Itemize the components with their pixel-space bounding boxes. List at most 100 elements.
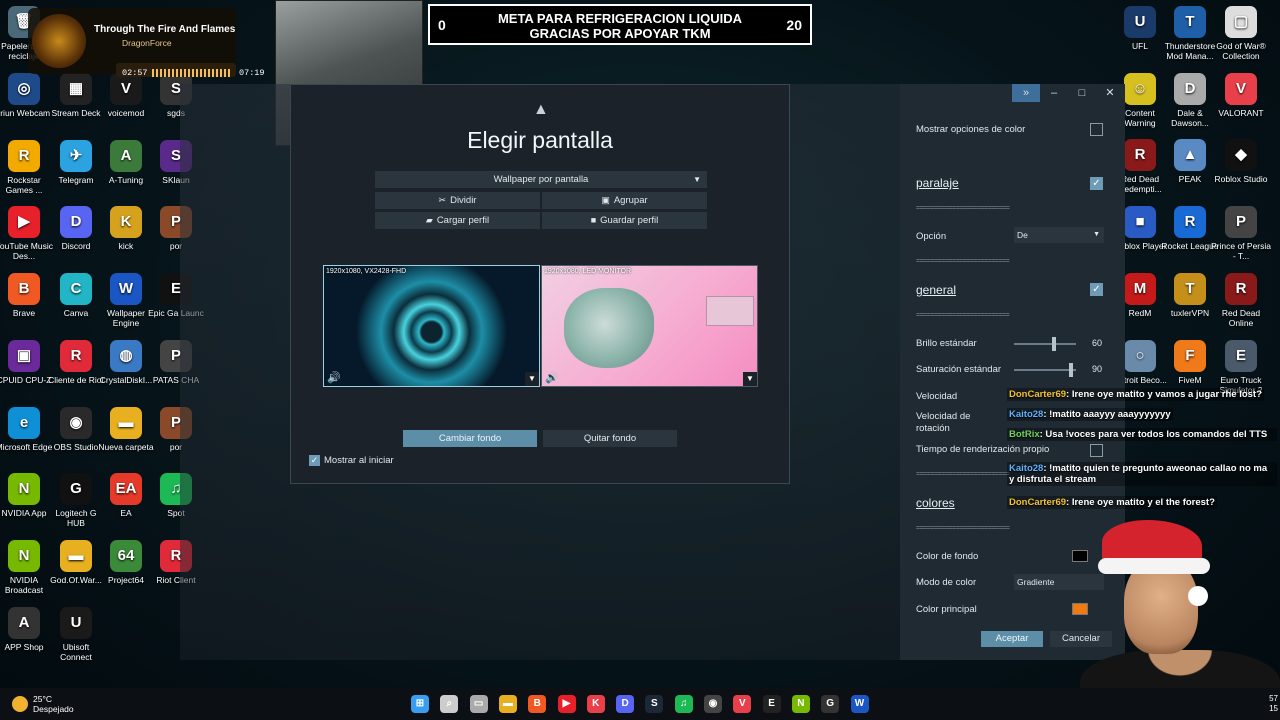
group-button[interactable]: ▣ Agrupar [542,192,707,209]
obs-icon[interactable]: ◉ [704,695,722,713]
group-icon: ▣ [601,195,610,205]
speaker-icon[interactable]: 🔊 [327,371,341,384]
desktop-icon-icon: ○ [1124,339,1156,372]
desktop-icon-icon: R [1124,139,1156,172]
color-mode-label: Modo de color [916,577,977,588]
close-icon[interactable]: ✕ [1096,84,1124,102]
chat-user: DonCarter69 [1009,389,1067,400]
option-select[interactable]: De ▼ [1014,227,1104,243]
brightness-slider-handle[interactable] [1051,337,1056,351]
desktop-icon-icon: ◆ [1225,139,1257,172]
desktop-icon-icon: M [1124,272,1156,305]
youtube-music-icon[interactable]: ▶ [557,695,576,713]
desktop-icon-icon: V [1225,72,1257,105]
change-background-button[interactable]: Cambiar fondo [403,430,537,447]
monitor-2-label: 1920x1080, LED MONITOR [544,268,632,275]
primary-color-label: Color principal [916,604,977,615]
save-profile-button[interactable]: ■ Guardar perfil [542,212,707,229]
total-time: 07:19 [239,68,265,78]
divider: ========================== [916,205,1010,212]
rotation-speed-label: Velocidad de rotación [916,411,971,434]
brave-icon[interactable]: B [528,695,547,713]
wallpaper-preview-dragon [564,288,654,368]
chevron-down-icon: ▼ [693,175,701,184]
desktop-icon-icon: e [8,406,40,439]
color-mode-value: Gradiente [1017,577,1055,587]
monitor-1[interactable]: 1920x1080, VX2428-FHD 🔊 ▼ [323,265,540,387]
task-view-icon[interactable]: ▭ [469,695,488,713]
expand-icon[interactable]: » [1012,84,1040,102]
show-color-options-checkbox[interactable] [1090,123,1103,136]
weather-condition: Despejado [33,704,74,714]
steam-icon[interactable]: S [645,695,664,713]
desktop-icon[interactable]: ◆ Roblox Studio [1211,139,1271,184]
system-clock[interactable]: 57 15 [1269,694,1278,714]
desktop-icon-icon: W [110,273,142,306]
monitor-2[interactable]: 1920x1080, LED MONITOR 🔊 ▼ [541,265,758,387]
split-button[interactable]: ✂ Dividir [375,192,540,209]
bg-color-label: Color de fondo [916,551,979,562]
desktop-icon[interactable]: V VALORANT [1211,72,1271,118]
desktop-icon-icon: F [1174,339,1206,372]
divider: ========================== [916,471,1010,478]
desktop-icon-icon: ✈ [60,139,92,172]
desktop-icon-icon: ▢ [1225,6,1257,38]
collapse-icon[interactable]: ▲ [533,101,549,119]
desktop-icon-icon: ▬ [60,539,92,572]
chat-message: DonCarter69: Irene oye matito y vamos a … [1007,388,1264,401]
epic-icon[interactable]: E [762,695,781,713]
divider: ========================== [916,312,1010,319]
desktop-icon-icon: ◉ [60,406,92,439]
chevron-down-icon[interactable]: ▼ [743,372,757,386]
desktop-icon-label: Red Dead Online [1221,307,1261,328]
weather-widget[interactable]: 25°C Despejado [33,694,74,714]
search-icon[interactable]: ⌕ [440,695,459,713]
desktop-icon-icon: ◎ [8,73,40,105]
windows-icon[interactable]: ⊞ [411,695,429,713]
discord-icon[interactable]: D [616,695,635,713]
divider: ========================== [916,258,1010,265]
desktop-icon[interactable]: P Prince of Persia - T... [1211,206,1271,261]
render-time-checkbox[interactable] [1090,444,1103,457]
general-checkbox[interactable]: ✓ [1090,283,1103,296]
desktop-icon-icon: ▬ [110,406,142,439]
files-icon[interactable]: ▬ [498,695,517,713]
valorant-icon[interactable]: V [733,695,752,713]
brightness-slider[interactable] [1014,337,1076,351]
logitech-icon[interactable]: G [821,695,840,713]
kick-icon[interactable]: K [586,695,605,713]
option-value: De [1017,230,1028,240]
show-on-start-checkbox[interactable]: ✓ Mostrar al iniciar [309,455,394,466]
parallax-section[interactable]: paralaje [916,176,959,190]
chat-message: Kaito28: !matito aaayyy aaayyyyyyy [1007,408,1173,421]
chevron-down-icon[interactable]: ▼ [525,372,539,386]
chat-message: Kaito28: !matito quien te pregunto aweon… [1007,462,1277,486]
saturation-slider[interactable] [1014,363,1076,377]
load-profile-button[interactable]: ▰ Cargar perfil [375,212,540,229]
desktop-icon[interactable]: R Red Dead Online [1211,272,1271,328]
chat-user: Kaito28 [1009,409,1044,420]
general-section[interactable]: general [916,283,956,297]
accept-button[interactable]: Aceptar [981,631,1043,647]
wallpaper-engine-icon[interactable]: W [850,695,869,713]
spotify-icon[interactable]: ♫ [674,695,693,713]
desktop-icon-icon: ▶ [8,206,40,239]
desktop-icon-label: Ubisoft Connect [60,641,92,662]
nvidia-icon[interactable]: N [791,695,810,713]
desktop-icon-icon: R [1225,272,1257,305]
maximize-icon[interactable]: □ [1068,84,1096,102]
desktop-icon[interactable]: U Ubisoft Connect [46,606,106,662]
desktop-icon[interactable]: E Euro Truck Simulator 2 [1211,339,1271,395]
remove-background-button[interactable]: Quitar fondo [543,430,677,447]
speaker-icon[interactable]: 🔊 [545,371,559,384]
minimize-icon[interactable]: – [1040,84,1068,102]
saturation-slider-handle[interactable] [1069,363,1074,377]
colors-section[interactable]: colores [916,496,955,510]
wallpaper-mode-select[interactable]: Wallpaper por pantalla ▼ [375,171,707,188]
saturation-label: Saturación estándar [916,364,1002,375]
song-artist: DragonForce [122,38,172,48]
weather-icon[interactable] [12,696,28,712]
desktop-icon[interactable]: ▢ God of War® Collection [1211,6,1271,61]
parallax-checkbox[interactable]: ✓ [1090,177,1103,190]
speed-label: Velocidad [916,391,958,402]
